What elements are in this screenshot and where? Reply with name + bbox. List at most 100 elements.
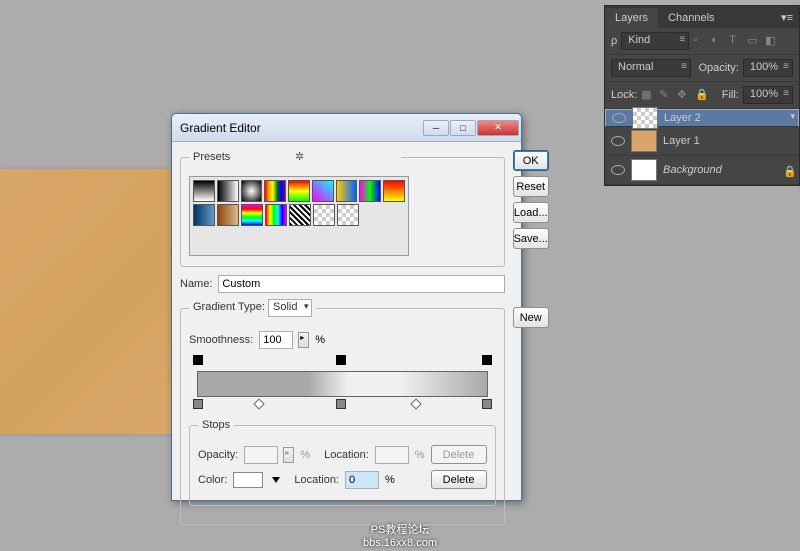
lock-pixels-icon[interactable]: ✎ — [659, 88, 673, 102]
save-button[interactable]: Save... — [513, 228, 549, 249]
preset-swatch[interactable] — [241, 204, 263, 226]
filter-shape-icon[interactable]: ▭ — [747, 34, 761, 48]
visibility-icon[interactable] — [612, 113, 626, 123]
gradient-type-label: Gradient Type: — [193, 301, 265, 313]
location-unit: % — [415, 449, 425, 461]
opacity-stop[interactable] — [336, 355, 346, 365]
layer-thumb[interactable] — [632, 107, 658, 129]
midpoint-icon[interactable] — [253, 398, 264, 409]
opacity-label: Opacity: — [198, 449, 238, 461]
tab-channels[interactable]: Channels — [658, 8, 724, 28]
preset-swatch[interactable] — [193, 204, 215, 226]
chevron-down-icon[interactable] — [272, 477, 280, 483]
color-location-input[interactable] — [345, 471, 379, 489]
stops-label: Stops — [198, 419, 234, 431]
opacity-stop[interactable] — [193, 355, 203, 365]
location-label: Location: — [294, 474, 339, 486]
layer-thumb[interactable] — [631, 130, 657, 152]
watermark: PS教程论坛 bbs.16xx8.com — [0, 521, 800, 549]
layers-panel: Layers Channels ▾≡ ρ Kind ▫ ◐ T ▭ ◧ Norm… — [604, 5, 800, 186]
tab-layers[interactable]: Layers — [605, 8, 658, 28]
preset-swatch[interactable] — [217, 180, 239, 202]
lock-all-icon[interactable]: 🔒 — [695, 88, 709, 102]
minimize-button[interactable]: ─ — [423, 120, 449, 136]
preset-grid[interactable] — [189, 176, 409, 256]
preset-swatch[interactable] — [265, 204, 287, 226]
smoothness-unit: % — [315, 334, 325, 346]
new-button[interactable]: New — [513, 307, 549, 328]
color-stop[interactable] — [482, 399, 492, 409]
color-stop[interactable] — [336, 399, 346, 409]
layer-row[interactable]: Layer 1 — [605, 127, 799, 156]
gear-icon[interactable]: ✲ — [295, 150, 397, 164]
preset-swatch[interactable] — [383, 180, 405, 202]
preset-swatch[interactable] — [288, 180, 310, 202]
opacity-input — [244, 446, 278, 464]
name-input[interactable] — [218, 275, 504, 293]
opacity-stop[interactable] — [482, 355, 492, 365]
color-label: Color: — [198, 474, 227, 486]
delete-color-stop-button[interactable]: Delete — [431, 470, 487, 489]
opacity-stop-row[interactable] — [197, 355, 488, 367]
gradient-type-select[interactable]: Solid — [268, 299, 312, 317]
layer-name[interactable]: Layer 1 — [663, 135, 700, 147]
visibility-icon[interactable] — [611, 136, 625, 146]
filter-kind-select[interactable]: Kind — [621, 32, 689, 50]
layer-name[interactable]: Background — [663, 164, 722, 176]
filter-smart-icon[interactable]: ◧ — [765, 34, 779, 48]
preset-swatch[interactable] — [337, 204, 359, 226]
panel-menu-icon[interactable]: ▾≡ — [775, 7, 799, 28]
gradient-type-group: Gradient Type: Solid Smoothness: % — [180, 299, 505, 525]
lock-position-icon[interactable]: ✥ — [677, 88, 691, 102]
kind-label: ρ — [611, 35, 617, 47]
layer-row[interactable]: Background 🔒 — [605, 156, 799, 185]
presets-group: Presets ✲ — [180, 150, 505, 267]
smoothness-stepper[interactable] — [298, 332, 309, 348]
color-stop[interactable] — [193, 399, 203, 409]
lock-transparent-icon[interactable]: ▦ — [641, 88, 655, 102]
filter-type-icon[interactable]: T — [729, 34, 743, 48]
reset-button[interactable]: Reset — [513, 176, 549, 197]
maximize-button[interactable]: □ — [450, 120, 476, 136]
location-label: Location: — [324, 449, 369, 461]
dialog-title: Gradient Editor — [180, 121, 422, 135]
midpoint-icon[interactable] — [410, 398, 421, 409]
blend-mode-select[interactable]: Normal — [611, 59, 691, 77]
gradient-editor-dialog: Gradient Editor ─ □ ✕ Presets ✲ — [171, 113, 522, 501]
stops-group: Stops Opacity: % Location: % Delete Colo… — [189, 419, 496, 506]
lock-icon: 🔒 — [783, 165, 793, 175]
lock-label: Lock: — [611, 89, 637, 101]
smoothness-input[interactable] — [259, 331, 293, 349]
preset-swatch[interactable] — [359, 180, 381, 202]
layer-thumb[interactable] — [631, 159, 657, 181]
fill-label: Fill: — [722, 89, 739, 101]
layer-opacity-input[interactable]: 100% — [743, 59, 793, 77]
opacity-stepper — [283, 447, 294, 463]
gradient-bar[interactable] — [197, 371, 488, 397]
preset-swatch[interactable] — [217, 204, 239, 226]
color-stop-row[interactable] — [197, 397, 488, 409]
opacity-location-input — [375, 446, 409, 464]
titlebar[interactable]: Gradient Editor ─ □ ✕ — [172, 114, 521, 142]
visibility-icon[interactable] — [611, 165, 625, 175]
preset-swatch[interactable] — [241, 180, 263, 202]
preset-swatch[interactable] — [264, 180, 286, 202]
filter-adjust-icon[interactable]: ◐ — [711, 34, 725, 48]
location-unit: % — [385, 474, 395, 486]
ok-button[interactable]: OK — [513, 150, 549, 171]
layer-name[interactable]: Layer 2 — [664, 112, 701, 124]
load-button[interactable]: Load... — [513, 202, 549, 223]
close-button[interactable]: ✕ — [477, 120, 519, 136]
preset-swatch[interactable] — [289, 204, 311, 226]
preset-swatch[interactable] — [193, 180, 215, 202]
filter-pixel-icon[interactable]: ▫ — [693, 34, 707, 48]
color-swatch[interactable] — [233, 472, 263, 488]
preset-swatch[interactable] — [336, 180, 358, 202]
opacity-unit: % — [300, 449, 310, 461]
preset-swatch[interactable] — [312, 180, 334, 202]
layer-fill-input[interactable]: 100% — [743, 86, 793, 104]
name-label: Name: — [180, 278, 212, 290]
layer-row[interactable]: Layer 2 — [605, 109, 799, 127]
presets-label: Presets — [193, 151, 295, 163]
preset-swatch[interactable] — [313, 204, 335, 226]
